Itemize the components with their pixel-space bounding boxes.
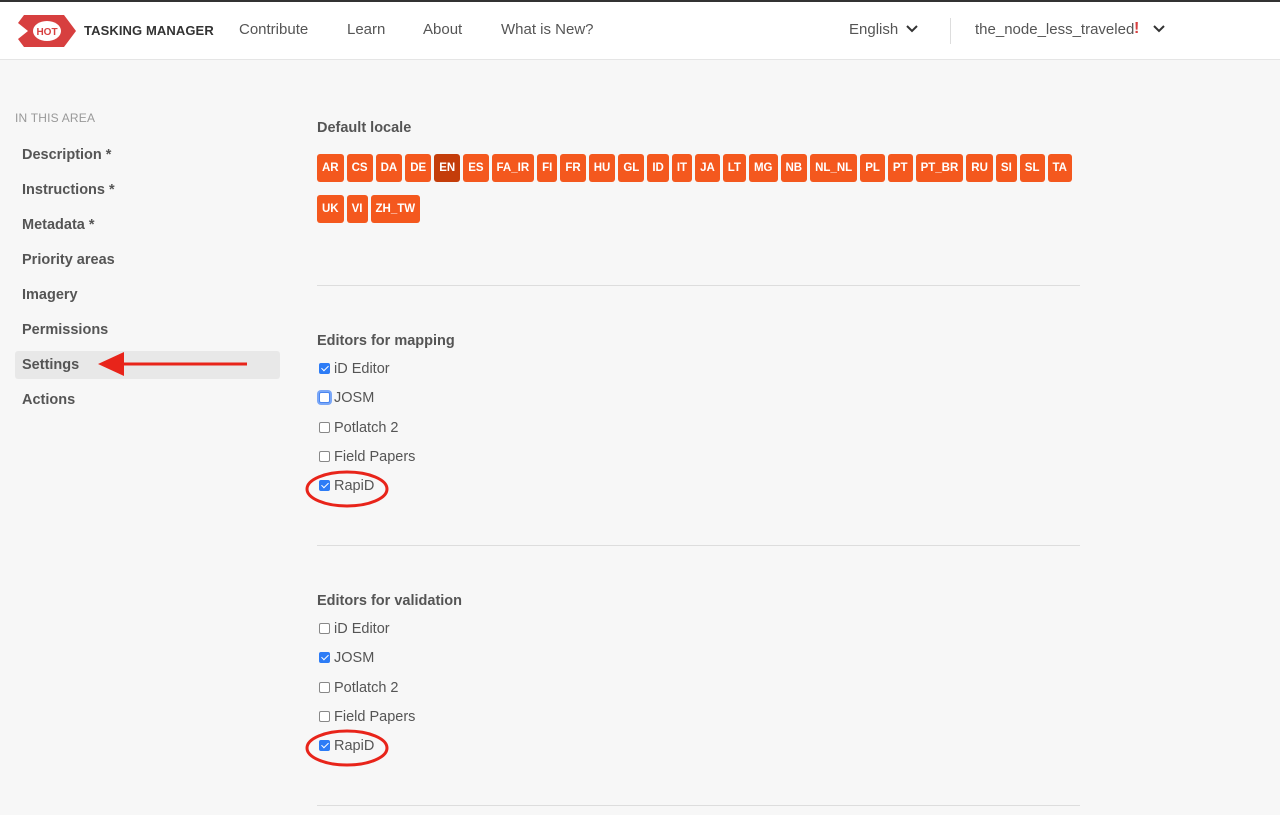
locale-chip-fi[interactable]: FI	[537, 154, 558, 182]
locale-chip-pt_br[interactable]: PT_BR	[915, 154, 964, 182]
locale-chip-nl_nl[interactable]: NL_NL	[810, 154, 858, 182]
nav-learn[interactable]: Learn	[347, 21, 385, 38]
locale-chip-sl[interactable]: SL	[1019, 154, 1045, 182]
checkbox[interactable]	[319, 652, 330, 664]
chevron-down-icon[interactable]	[1152, 24, 1166, 34]
sidebar-item-settings[interactable]: Settings	[15, 351, 280, 379]
checkbox[interactable]	[319, 363, 330, 374]
locale-chip-pl[interactable]: PL	[860, 154, 885, 182]
locale-chip-fr[interactable]: FR	[560, 154, 586, 182]
mapping-editors-option-id-editor[interactable]: iD Editor	[319, 361, 390, 377]
validation-editors-option-field-papers[interactable]: Field Papers	[319, 709, 415, 725]
sidebar-item-permissions[interactable]: Permissions	[15, 316, 280, 344]
checkbox[interactable]	[319, 681, 330, 693]
language-selector[interactable]: English	[849, 21, 898, 38]
alert-icon: !	[1134, 20, 1140, 37]
locale-chip-vi[interactable]: VI	[346, 195, 368, 223]
locale-chip-de[interactable]: DE	[405, 154, 432, 182]
default-locale-title: Default locale	[317, 120, 412, 136]
locale-chip-cs[interactable]: CS	[346, 154, 373, 182]
locale-chip-zh_tw[interactable]: ZH_TW	[370, 195, 421, 223]
locale-chip-ar[interactable]: AR	[317, 154, 344, 182]
top-navbar: HOT TASKING MANAGER Contribute Learn Abo…	[0, 0, 1280, 60]
locale-chip-gl[interactable]: GL	[618, 154, 645, 182]
validation-editors-option-potlatch-2[interactable]: Potlatch 2	[319, 680, 399, 696]
validation-editors-option-rapid[interactable]: RapiD	[319, 738, 374, 754]
nav-whats-new[interactable]: What is New?	[501, 21, 594, 38]
chevron-down-icon[interactable]	[905, 24, 919, 34]
divider	[950, 18, 951, 44]
section-divider	[317, 805, 1080, 806]
sidebar-item-priority-areas[interactable]: Priority areas	[15, 246, 280, 274]
sidebar-item-metadata[interactable]: Metadata *	[15, 211, 280, 239]
validation-editors-title: Editors for validation	[317, 593, 463, 609]
sidebar-heading: IN THIS AREA	[15, 111, 96, 125]
checkbox-label: iD Editor	[334, 361, 390, 377]
sidebar-item-actions[interactable]: Actions	[15, 386, 280, 414]
checkbox[interactable]	[319, 740, 330, 752]
locale-chip-it[interactable]: IT	[671, 154, 693, 182]
checkbox-label: Field Papers	[334, 708, 416, 725]
sidebar-item-description[interactable]: Description *	[15, 141, 280, 169]
validation-editors-option-id-editor[interactable]: iD Editor	[319, 621, 390, 637]
locale-chip-ru[interactable]: RU	[966, 154, 993, 182]
locale-chip-id[interactable]: ID	[647, 154, 669, 182]
user-menu[interactable]: the_node_less_traveled	[975, 21, 1134, 38]
nav-contribute[interactable]: Contribute	[239, 21, 308, 38]
section-divider	[317, 285, 1080, 286]
locale-chip-si[interactable]: SI	[995, 154, 1017, 182]
locale-chip-fa_ir[interactable]: FA_IR	[491, 154, 535, 182]
hot-logo-icon[interactable]: HOT	[18, 13, 78, 49]
mapping-editors-option-field-papers[interactable]: Field Papers	[319, 449, 415, 465]
checkbox[interactable]	[319, 421, 330, 433]
brand-title[interactable]: TASKING MANAGER	[84, 23, 214, 38]
sidebar-item-instructions[interactable]: Instructions *	[15, 176, 280, 204]
locale-chip-es[interactable]: ES	[463, 154, 489, 182]
checkbox[interactable]	[319, 623, 330, 634]
sidebar-item-imagery[interactable]: Imagery	[15, 281, 280, 309]
locale-chip-nb[interactable]: NB	[780, 154, 808, 182]
logo-text: HOT	[36, 27, 57, 38]
nav-about[interactable]: About	[423, 21, 462, 38]
checkbox[interactable]	[319, 710, 330, 722]
locale-chip-ja[interactable]: JA	[695, 154, 720, 182]
locale-chip-hu[interactable]: HU	[588, 154, 616, 182]
locale-chip-da[interactable]: DA	[375, 154, 403, 182]
checkbox-label: JOSM	[334, 650, 375, 667]
validation-editors-option-josm[interactable]: JOSM	[319, 650, 374, 666]
checkbox[interactable]	[319, 480, 330, 492]
locale-chip-lt[interactable]: LT	[722, 154, 746, 182]
checkbox[interactable]	[319, 392, 330, 404]
locale-chip-en[interactable]: EN	[434, 154, 461, 182]
checkbox-label: Field Papers	[334, 448, 416, 465]
mapping-editors-title: Editors for mapping	[317, 333, 455, 349]
checkbox-label: Potlatch 2	[334, 419, 399, 436]
locale-chip-mg[interactable]: MG	[748, 154, 778, 182]
mapping-editors-option-josm[interactable]: JOSM	[319, 390, 374, 406]
checkbox-label: RapiD	[334, 478, 375, 495]
locale-chip-pt[interactable]: PT	[887, 154, 913, 182]
checkbox-label: iD Editor	[334, 621, 390, 637]
section-divider	[317, 545, 1080, 546]
checkbox-label: RapiD	[334, 738, 375, 755]
locale-chips: AR CS DA DE EN ES FA_IR FI FR HU GL ID IT JA LT MG NB NL_…	[317, 154, 1077, 236]
mapping-editors-option-potlatch-2[interactable]: Potlatch 2	[319, 420, 399, 436]
checkbox-label: Potlatch 2	[334, 679, 399, 696]
checkbox[interactable]	[319, 450, 330, 462]
checkbox-label: JOSM	[334, 390, 375, 407]
locale-chip-uk[interactable]: UK	[317, 195, 344, 223]
locale-chip-ta[interactable]: TA	[1047, 154, 1072, 182]
mapping-editors-option-rapid[interactable]: RapiD	[319, 478, 374, 494]
